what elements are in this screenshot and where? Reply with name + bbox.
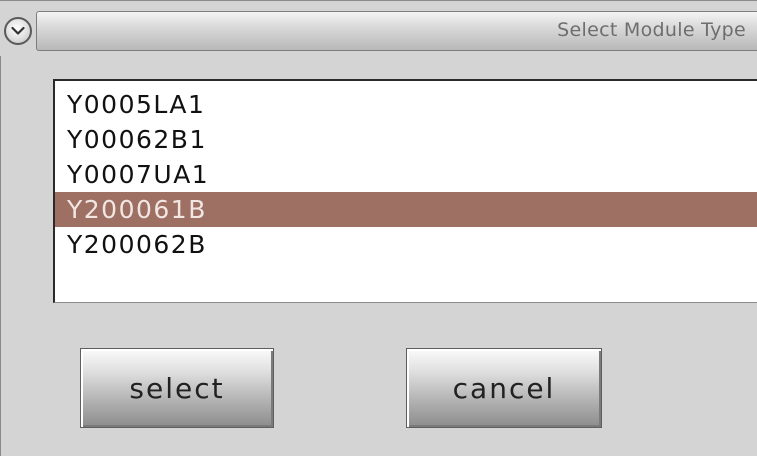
dialog-title: Select Module Type xyxy=(557,19,746,41)
title-bar[interactable]: Select Module Type xyxy=(36,11,757,51)
list-item-selected[interactable]: Y200061B xyxy=(55,192,757,227)
list-item[interactable]: Y0007UA1 xyxy=(55,157,757,192)
list-item[interactable]: Y00062B1 xyxy=(55,122,757,157)
list-item[interactable]: Y0005LA1 xyxy=(55,87,757,122)
list-item[interactable]: Y200062B xyxy=(55,227,757,262)
select-button[interactable]: select xyxy=(80,348,274,428)
dialog-top-border xyxy=(0,0,757,1)
dialog-left-border xyxy=(0,56,1,456)
chevron-down-icon xyxy=(11,26,25,35)
collapse-button[interactable] xyxy=(4,17,32,45)
module-type-list[interactable]: Y0005LA1 Y00062B1 Y0007UA1 Y200061B Y200… xyxy=(53,79,757,303)
cancel-button[interactable]: cancel xyxy=(406,348,602,428)
select-module-dialog: Select Module Type Y0005LA1 Y00062B1 Y00… xyxy=(0,0,757,456)
